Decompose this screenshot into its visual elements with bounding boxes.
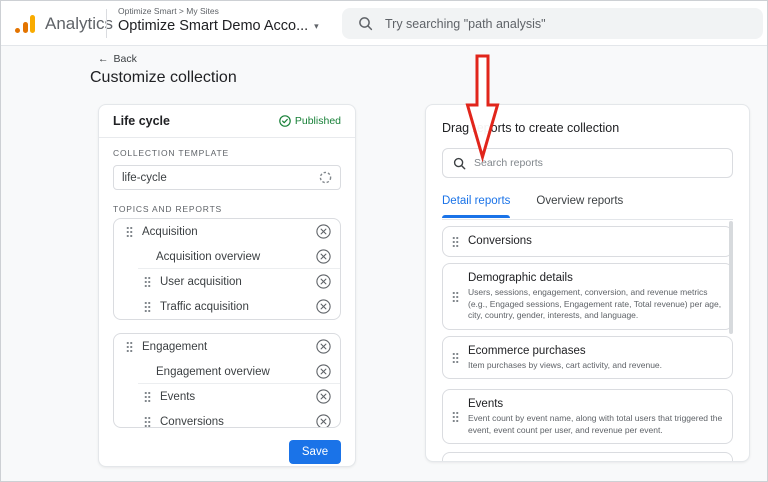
report-title: Events bbox=[468, 398, 504, 410]
dashed-circle-icon[interactable] bbox=[319, 171, 332, 184]
topic-group: Acquisition Acquisition overview User ac… bbox=[113, 218, 341, 320]
topic-row[interactable]: Traffic acquisition bbox=[114, 294, 340, 319]
report-title: In-app purchases bbox=[468, 460, 724, 461]
app-name: Analytics bbox=[45, 13, 114, 33]
report-description: Event count by event name, along with to… bbox=[468, 413, 723, 435]
tab-detail-reports[interactable]: Detail reports bbox=[442, 192, 511, 218]
topic-row-label: Engagement bbox=[142, 340, 208, 353]
report-description: Item purchases by views, cart activity, … bbox=[468, 359, 663, 370]
account-switcher[interactable]: Optimize Smart > My Sites Optimize Smart… bbox=[118, 6, 319, 34]
collection-template-field bbox=[113, 165, 341, 190]
collection-template-input[interactable] bbox=[122, 171, 319, 184]
remove-icon[interactable] bbox=[316, 249, 331, 264]
reports-tabs: Detail reports Overview reports bbox=[442, 192, 733, 218]
topic-row-label: Conversions bbox=[160, 415, 224, 428]
topic-row-label: Events bbox=[160, 390, 196, 403]
check-circle-icon bbox=[279, 115, 291, 127]
breadcrumb: Optimize Smart > My Sites bbox=[118, 6, 219, 16]
topic-row[interactable]: Acquisition bbox=[114, 219, 340, 244]
global-search-input[interactable]: Try searching "path analysis" bbox=[342, 8, 763, 39]
remove-icon[interactable] bbox=[316, 339, 331, 354]
drag-handle-icon[interactable] bbox=[144, 301, 151, 312]
topic-row-label: Traffic acquisition bbox=[160, 300, 249, 313]
remove-icon[interactable] bbox=[316, 224, 331, 239]
back-label: Back bbox=[113, 53, 137, 65]
remove-icon[interactable] bbox=[316, 274, 331, 289]
search-icon bbox=[453, 157, 466, 170]
analytics-logo-icon bbox=[15, 14, 35, 33]
drag-handle-icon[interactable] bbox=[452, 236, 459, 247]
topic-row[interactable]: Engagement overview bbox=[114, 359, 340, 384]
account-name: Optimize Smart Demo Acco... bbox=[118, 18, 309, 34]
analytics-app: Analytics Optimize Smart > My Sites Opti… bbox=[0, 0, 768, 482]
report-description: Users, sessions, engagement, conversion,… bbox=[468, 287, 722, 320]
remove-icon[interactable] bbox=[316, 414, 331, 427]
header-divider bbox=[106, 9, 107, 38]
report-card[interactable]: Conversions bbox=[442, 226, 733, 257]
app-header: Analytics Optimize Smart > My Sites Opti… bbox=[1, 1, 767, 46]
back-arrow-icon: ← bbox=[98, 53, 109, 65]
report-search-box bbox=[442, 148, 733, 178]
topic-row[interactable]: Events bbox=[114, 384, 340, 409]
drag-handle-icon[interactable] bbox=[126, 341, 133, 352]
topic-row-label: Acquisition bbox=[142, 225, 198, 238]
collection-card: Life cycle Published COLLECTION TEMPLATE… bbox=[98, 104, 356, 467]
page-title: Customize collection bbox=[90, 69, 237, 86]
topic-row[interactable]: Conversions bbox=[114, 409, 340, 428]
list-top-edge bbox=[442, 219, 733, 220]
search-icon bbox=[358, 16, 373, 31]
report-card[interactable]: Events Event count by event name, along … bbox=[442, 389, 733, 444]
drag-handle-icon[interactable] bbox=[144, 276, 151, 287]
report-title: Ecommerce purchases bbox=[468, 344, 586, 357]
drag-handle-icon[interactable] bbox=[126, 226, 133, 237]
reports-list: Conversions Demographic details Users, s… bbox=[442, 226, 733, 461]
back-button[interactable]: ← Back bbox=[98, 53, 137, 65]
topic-row[interactable]: Engagement bbox=[114, 334, 340, 359]
chevron-down-icon: ▾ bbox=[314, 20, 319, 31]
remove-icon[interactable] bbox=[316, 364, 331, 379]
drag-handle-icon[interactable] bbox=[452, 290, 459, 302]
status-badge: Published bbox=[279, 115, 341, 127]
drag-handle-icon[interactable] bbox=[144, 416, 151, 427]
reports-panel-title: Drag reports to create collection bbox=[442, 121, 620, 135]
report-search-input[interactable] bbox=[474, 157, 722, 169]
topic-group: Engagement Engagement overview Events Co… bbox=[113, 333, 341, 428]
status-label: Published bbox=[294, 115, 341, 127]
collection-title: Life cycle bbox=[113, 114, 170, 128]
reports-panel: Drag reports to create collection Detail… bbox=[425, 104, 750, 462]
tab-overview-reports[interactable]: Overview reports bbox=[536, 192, 623, 218]
remove-icon[interactable] bbox=[316, 389, 331, 404]
topics-list-label: TOPICS AND REPORTS bbox=[113, 204, 223, 214]
report-card[interactable]: In-app purchases Product purchases by qu… bbox=[442, 452, 733, 461]
topic-row[interactable]: Acquisition overview bbox=[114, 244, 340, 269]
topic-row-label: User acquisition bbox=[160, 275, 242, 288]
global-search-placeholder: Try searching "path analysis" bbox=[385, 16, 546, 31]
drag-handle-icon[interactable] bbox=[452, 411, 459, 422]
topic-row[interactable]: User acquisition bbox=[114, 269, 340, 294]
topic-row-label: Acquisition overview bbox=[156, 250, 261, 263]
save-button[interactable]: Save bbox=[289, 440, 341, 464]
topics-list: Acquisition Acquisition overview User ac… bbox=[113, 218, 341, 428]
scrollbar-thumb[interactable] bbox=[729, 221, 733, 334]
topic-row-label: Engagement overview bbox=[156, 365, 270, 378]
report-card[interactable]: Demographic details Users, sessions, eng… bbox=[442, 263, 733, 330]
report-title: Conversions bbox=[468, 235, 532, 247]
drag-handle-icon[interactable] bbox=[144, 391, 151, 402]
remove-icon[interactable] bbox=[316, 299, 331, 314]
report-card[interactable]: Ecommerce purchases Item purchases by vi… bbox=[442, 335, 733, 379]
template-field-label: COLLECTION TEMPLATE bbox=[113, 148, 229, 158]
drag-handle-icon[interactable] bbox=[452, 351, 459, 363]
report-title: Demographic details bbox=[468, 272, 573, 284]
